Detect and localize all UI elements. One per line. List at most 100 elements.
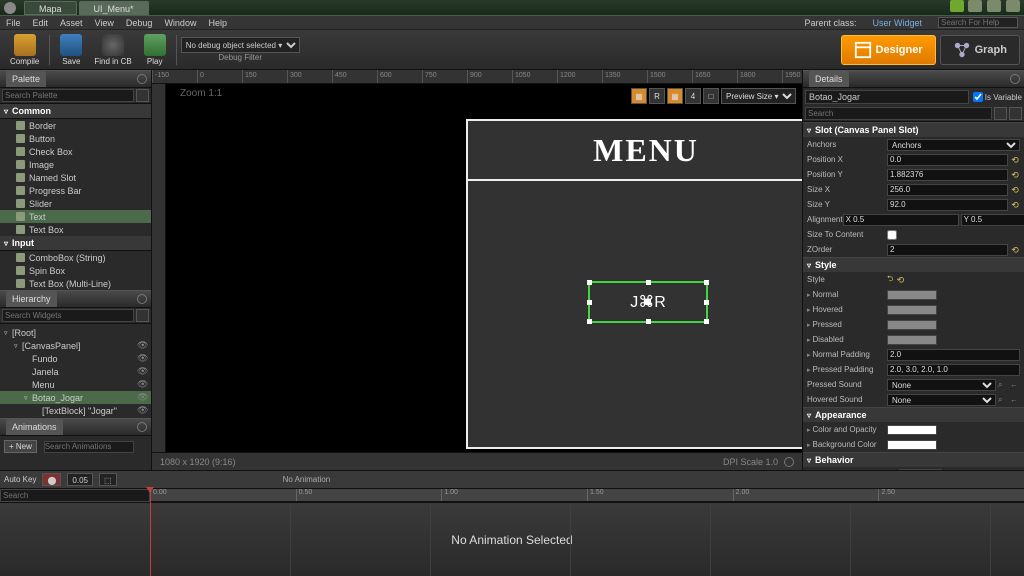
palette-item[interactable]: Named Slot bbox=[0, 171, 151, 184]
details-row: Disabled bbox=[803, 332, 1024, 347]
widget-jogar-button[interactable]: J⌘R bbox=[588, 281, 708, 323]
menu-edit[interactable]: Edit bbox=[33, 18, 49, 28]
details-object-name-input[interactable] bbox=[805, 90, 969, 104]
palette-panel-header[interactable]: Palette bbox=[0, 70, 151, 88]
close-icon[interactable] bbox=[1006, 0, 1020, 12]
timeline-track-area[interactable]: No Animation Selected bbox=[0, 503, 1024, 576]
palette-item[interactable]: ComboBox (String) bbox=[0, 251, 151, 264]
palette-search-input[interactable] bbox=[2, 89, 134, 102]
hierarchy-row[interactable]: Fundo👁 bbox=[0, 352, 151, 365]
viewport-tool-snap[interactable]: 4 bbox=[685, 88, 701, 104]
gear-icon[interactable] bbox=[137, 422, 147, 432]
timeline-search-input[interactable] bbox=[0, 489, 150, 502]
hierarchy-row[interactable]: [TextBlock] "Jogar"👁 bbox=[0, 404, 151, 417]
palette-category-input[interactable]: Input bbox=[0, 236, 151, 251]
palette-item[interactable]: Progress Bar bbox=[0, 184, 151, 197]
details-panel-header[interactable]: Details bbox=[803, 70, 1024, 88]
details-row: Position Y⟲ bbox=[803, 167, 1024, 182]
preview-size-select[interactable]: Preview Size ▾ bbox=[721, 88, 796, 104]
search-icon[interactable] bbox=[136, 309, 149, 322]
viewport-tool-fill[interactable]: ▦ bbox=[631, 88, 647, 104]
eye-icon[interactable] bbox=[994, 107, 1007, 120]
menu-view[interactable]: View bbox=[95, 18, 114, 28]
details-body: Slot (Canvas Panel Slot)AnchorsAnchorsPo… bbox=[803, 122, 1024, 470]
gear-icon[interactable] bbox=[137, 74, 147, 84]
designer-mode-button[interactable]: Designer bbox=[841, 35, 936, 65]
palette-item[interactable]: Check Box bbox=[0, 145, 151, 158]
widget-canvas[interactable]: MENU J⌘R bbox=[466, 119, 802, 449]
is-variable-checkbox[interactable]: Is Variable bbox=[973, 92, 1022, 102]
details-section-header[interactable]: Slot (Canvas Panel Slot) bbox=[803, 123, 1024, 137]
run-icon[interactable] bbox=[950, 0, 964, 12]
frame-snap-button[interactable]: ⬚ bbox=[99, 473, 117, 486]
palette-item[interactable]: Text Box (Multi-Line) bbox=[0, 277, 151, 290]
reset-icon[interactable]: ⟲ bbox=[1010, 155, 1020, 165]
reset-icon[interactable]: ⟲ bbox=[1010, 170, 1020, 180]
animations-panel-header[interactable]: Animations bbox=[0, 418, 151, 436]
find-in-cb-button[interactable]: Find in CB bbox=[88, 30, 137, 69]
reset-icon[interactable]: ⟲ bbox=[1010, 185, 1020, 195]
gear-icon[interactable] bbox=[1010, 74, 1020, 84]
filter-icon[interactable] bbox=[1009, 107, 1022, 120]
palette-item[interactable]: Spin Box bbox=[0, 264, 151, 277]
menu-window[interactable]: Window bbox=[164, 18, 196, 28]
menu-file[interactable]: File bbox=[6, 18, 21, 28]
animations-search-input[interactable] bbox=[44, 441, 134, 453]
frame-value-input[interactable]: 0.05 bbox=[67, 473, 93, 486]
reset-icon[interactable]: ⟲ bbox=[1010, 200, 1020, 210]
minimize-icon[interactable] bbox=[968, 0, 982, 12]
hierarchy-row[interactable]: ▿[CanvasPanel]👁 bbox=[0, 339, 151, 352]
playhead[interactable] bbox=[150, 489, 151, 576]
hierarchy-row[interactable]: ▿[Root] bbox=[0, 326, 151, 339]
window-controls[interactable] bbox=[948, 0, 1020, 15]
zoom-label: Zoom 1:1 bbox=[180, 88, 222, 99]
palette-item[interactable]: Slider bbox=[0, 197, 151, 210]
hierarchy-panel-header[interactable]: Hierarchy bbox=[0, 290, 151, 308]
help-search-input[interactable] bbox=[938, 17, 1018, 28]
palette-item[interactable]: Image bbox=[0, 158, 151, 171]
viewport-tool-r[interactable]: R bbox=[649, 88, 665, 104]
palette-category-common[interactable]: Common bbox=[0, 104, 151, 119]
editor-tab-map[interactable]: Mapa bbox=[24, 1, 77, 15]
details-section-header[interactable]: Appearance bbox=[803, 408, 1024, 422]
palette-item[interactable]: Text Box bbox=[0, 223, 151, 236]
dpi-scale-label: DPI Scale 1.0 bbox=[723, 457, 778, 467]
compile-button[interactable]: Compile bbox=[4, 30, 45, 69]
hierarchy-search-input[interactable] bbox=[2, 309, 134, 322]
viewport-tool-aspect[interactable]: □ bbox=[703, 88, 719, 104]
viewport-tool-grid[interactable]: ▦ bbox=[667, 88, 683, 104]
palette-item[interactable]: Border bbox=[0, 119, 151, 132]
graph-mode-button[interactable]: Graph bbox=[940, 35, 1020, 65]
menu-help[interactable]: Help bbox=[208, 18, 227, 28]
hierarchy-row[interactable]: Menu👁 bbox=[0, 378, 151, 391]
details-row: Style⮌⟲ bbox=[803, 272, 1024, 287]
hierarchy-row[interactable]: Janela👁 bbox=[0, 365, 151, 378]
debug-filter-label: Debug Filter bbox=[181, 53, 300, 62]
new-animation-button[interactable]: + New bbox=[4, 440, 37, 453]
debug-object-select[interactable]: No debug object selected ▾ bbox=[181, 37, 300, 53]
gear-icon[interactable] bbox=[137, 294, 147, 304]
play-button[interactable]: Play bbox=[138, 30, 172, 69]
timeline-panel: Auto Key ⬤ 0.05 ⬚ No Animation 0.000.501… bbox=[0, 470, 1024, 576]
details-section-header[interactable]: Behavior bbox=[803, 453, 1024, 467]
details-row: Position X⟲ bbox=[803, 152, 1024, 167]
parent-class-link[interactable]: User Widget bbox=[872, 18, 922, 28]
timeline-ruler[interactable]: 0.000.501.001.502.002.503.00 bbox=[150, 489, 1024, 502]
reset-icon[interactable]: ⟲ bbox=[895, 275, 905, 285]
details-section-header[interactable]: Style bbox=[803, 258, 1024, 272]
palette-item[interactable]: Text bbox=[0, 210, 151, 223]
record-button[interactable]: ⬤ bbox=[42, 473, 61, 486]
maximize-icon[interactable] bbox=[987, 0, 1001, 12]
hierarchy-row[interactable]: ▿Botao_Jogar👁 bbox=[0, 391, 151, 404]
save-button[interactable]: Save bbox=[54, 30, 88, 69]
reset-icon[interactable]: ⟲ bbox=[1010, 245, 1020, 255]
menu-asset[interactable]: Asset bbox=[60, 18, 83, 28]
designer-viewport[interactable]: Zoom 1:1 ▦ R ▦ 4 □ Preview Size ▾ MENU J… bbox=[166, 84, 802, 452]
menu-debug[interactable]: Debug bbox=[126, 18, 153, 28]
editor-tab-widget[interactable]: UI_Menu* bbox=[79, 1, 149, 15]
palette-item[interactable]: Button bbox=[0, 132, 151, 145]
gear-icon[interactable] bbox=[784, 457, 794, 467]
search-icon[interactable] bbox=[136, 89, 149, 102]
autokey-toggle[interactable]: Auto Key bbox=[4, 475, 36, 484]
details-search-input[interactable] bbox=[805, 107, 992, 120]
